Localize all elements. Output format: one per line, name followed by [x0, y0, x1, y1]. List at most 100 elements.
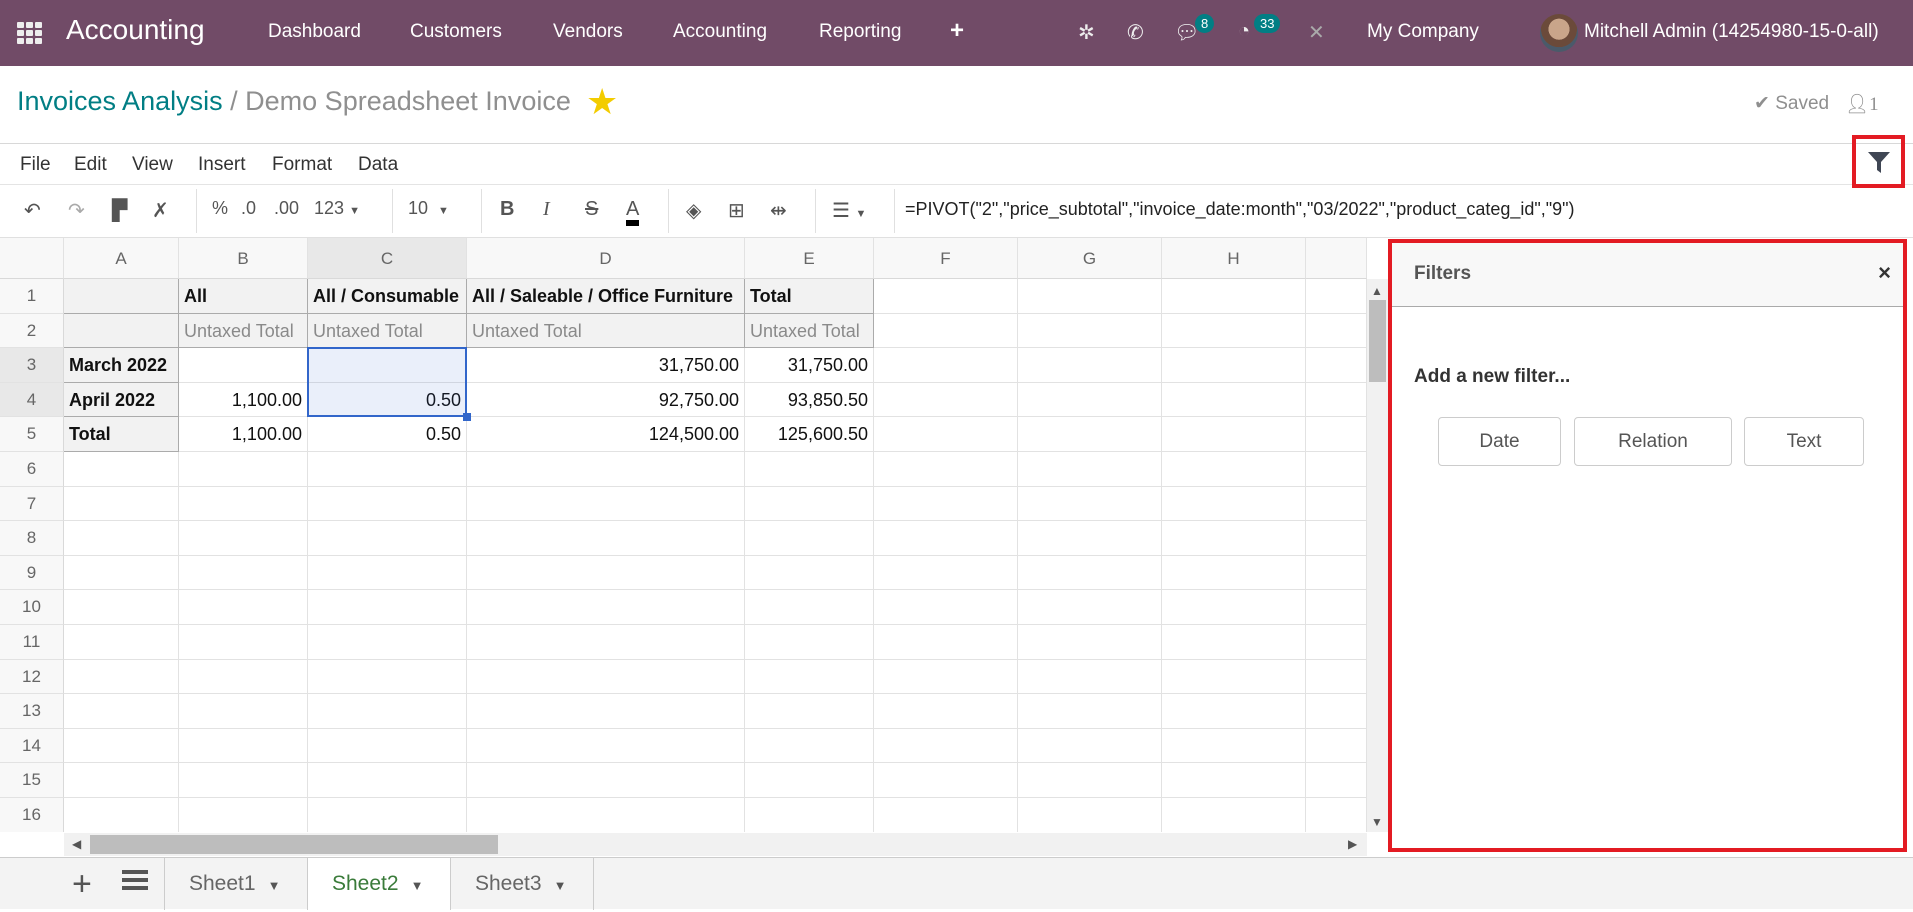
apps-menu-icon[interactable] [17, 22, 43, 44]
cell-a5[interactable]: Total [64, 417, 179, 452]
cell-i4[interactable] [1306, 382, 1367, 418]
cell-e1[interactable]: Total [745, 279, 874, 314]
cell-d13[interactable] [467, 694, 745, 729]
cell-g4[interactable] [1018, 382, 1162, 418]
cell-c15[interactable] [308, 763, 467, 798]
cell-c9[interactable] [308, 555, 467, 591]
cell-g15[interactable] [1018, 763, 1162, 798]
add-relation-filter-button[interactable]: Relation [1574, 417, 1732, 466]
cell-b14[interactable] [179, 728, 308, 764]
cell-h11[interactable] [1162, 625, 1306, 660]
cell-d15[interactable] [467, 763, 745, 798]
cell-e6[interactable] [745, 452, 874, 487]
plus-icon[interactable]: + [950, 17, 964, 45]
nav-customers[interactable]: Customers [410, 21, 502, 43]
cell-f6[interactable] [874, 452, 1018, 487]
scroll-down-icon[interactable]: ▼ [1371, 815, 1383, 829]
cell-g12[interactable] [1018, 659, 1162, 695]
cell-e11[interactable] [745, 625, 874, 660]
user-menu[interactable]: Mitchell Admin (14254980-15-0-all) [1584, 21, 1879, 43]
column-header-g[interactable]: G [1018, 238, 1162, 279]
row-header-15[interactable]: 15 [0, 763, 64, 798]
cell-c6[interactable] [308, 452, 467, 487]
align-dropdown[interactable]: ☰ ▼ [832, 198, 866, 223]
italic-button[interactable]: I [543, 198, 550, 221]
cell-a11[interactable] [64, 625, 179, 660]
autofill-handle[interactable] [463, 413, 471, 422]
menu-view[interactable]: View [132, 154, 173, 176]
column-header-i[interactable] [1306, 238, 1367, 279]
spreadsheet-grid[interactable]: A B C D E F G H 1 All All / Consumable All / Saleab… [0, 238, 1367, 832]
cell-g2[interactable] [1018, 313, 1162, 349]
cell-f3[interactable] [874, 348, 1018, 383]
add-date-filter-button[interactable]: Date [1438, 417, 1561, 466]
cell-i16[interactable] [1306, 798, 1367, 832]
cell-i8[interactable] [1306, 521, 1367, 556]
cell-f15[interactable] [874, 763, 1018, 798]
cell-e8[interactable] [745, 521, 874, 556]
cell-g3[interactable] [1018, 348, 1162, 383]
menu-file[interactable]: File [20, 154, 51, 176]
sheet-tab-2[interactable]: Sheet2 ▼ [307, 858, 450, 910]
cell-f14[interactable] [874, 728, 1018, 764]
app-title[interactable]: Accounting [66, 14, 205, 46]
cell-d2[interactable]: Untaxed Total [467, 313, 745, 349]
cell-d8[interactable] [467, 521, 745, 556]
row-header-3[interactable]: 3 [0, 348, 64, 383]
cell-d5[interactable]: 124,500.00 [467, 417, 745, 452]
debug-bug-icon[interactable]: ✲ [1078, 20, 1095, 45]
column-header-d[interactable]: D [467, 238, 745, 279]
nav-reporting[interactable]: Reporting [819, 21, 901, 43]
cell-h8[interactable] [1162, 521, 1306, 556]
chevron-down-icon[interactable]: ▼ [554, 878, 567, 893]
activity-clock-icon[interactable]: ◔ [1238, 20, 1250, 43]
cell-a2[interactable] [64, 313, 179, 349]
add-text-filter-button[interactable]: Text [1744, 417, 1864, 466]
cell-a12[interactable] [64, 659, 179, 695]
cell-i1[interactable] [1306, 279, 1367, 314]
cell-e14[interactable] [745, 728, 874, 764]
cell-e15[interactable] [745, 763, 874, 798]
row-header-2[interactable]: 2 [0, 313, 64, 349]
menu-format[interactable]: Format [272, 154, 332, 176]
text-color-button[interactable]: A [626, 198, 640, 226]
row-header-13[interactable]: 13 [0, 694, 64, 729]
cell-b4[interactable]: 1,100.00 [179, 382, 308, 418]
decrease-decimal-button[interactable]: .0 [241, 198, 256, 219]
nav-vendors[interactable]: Vendors [553, 21, 623, 43]
cell-d12[interactable] [467, 659, 745, 695]
cell-g13[interactable] [1018, 694, 1162, 729]
row-header-8[interactable]: 8 [0, 521, 64, 556]
cell-a13[interactable] [64, 694, 179, 729]
menu-data[interactable]: Data [358, 154, 398, 176]
cell-c2[interactable]: Untaxed Total [308, 313, 467, 349]
cell-b16[interactable] [179, 798, 308, 832]
cell-c5[interactable]: 0.50 [308, 417, 467, 452]
cell-g11[interactable] [1018, 625, 1162, 660]
formula-bar[interactable]: =PIVOT("2","price_subtotal","invoice_dat… [905, 199, 1575, 220]
cell-g1[interactable] [1018, 279, 1162, 314]
paint-format-icon[interactable]: ▛ [112, 198, 127, 223]
sheet-tab-1[interactable]: Sheet1 ▼ [164, 858, 307, 910]
row-header-12[interactable]: 12 [0, 659, 64, 695]
cell-e9[interactable] [745, 555, 874, 591]
row-header-9[interactable]: 9 [0, 555, 64, 591]
cell-a1[interactable] [64, 279, 179, 314]
cell-f9[interactable] [874, 555, 1018, 591]
favorite-star-icon[interactable]: ★ [586, 82, 618, 122]
cell-f7[interactable] [874, 486, 1018, 522]
cell-f12[interactable] [874, 659, 1018, 695]
cell-i13[interactable] [1306, 694, 1367, 729]
cell-f8[interactable] [874, 521, 1018, 556]
cell-b8[interactable] [179, 521, 308, 556]
cell-e12[interactable] [745, 659, 874, 695]
cell-h3[interactable] [1162, 348, 1306, 383]
menu-edit[interactable]: Edit [74, 154, 107, 176]
cell-b1[interactable]: All [179, 279, 308, 314]
company-switcher[interactable]: My Company [1367, 21, 1479, 43]
row-header-6[interactable]: 6 [0, 452, 64, 487]
cell-a3[interactable]: March 2022 [64, 348, 179, 383]
cell-d6[interactable] [467, 452, 745, 487]
cell-b12[interactable] [179, 659, 308, 695]
cell-a15[interactable] [64, 763, 179, 798]
